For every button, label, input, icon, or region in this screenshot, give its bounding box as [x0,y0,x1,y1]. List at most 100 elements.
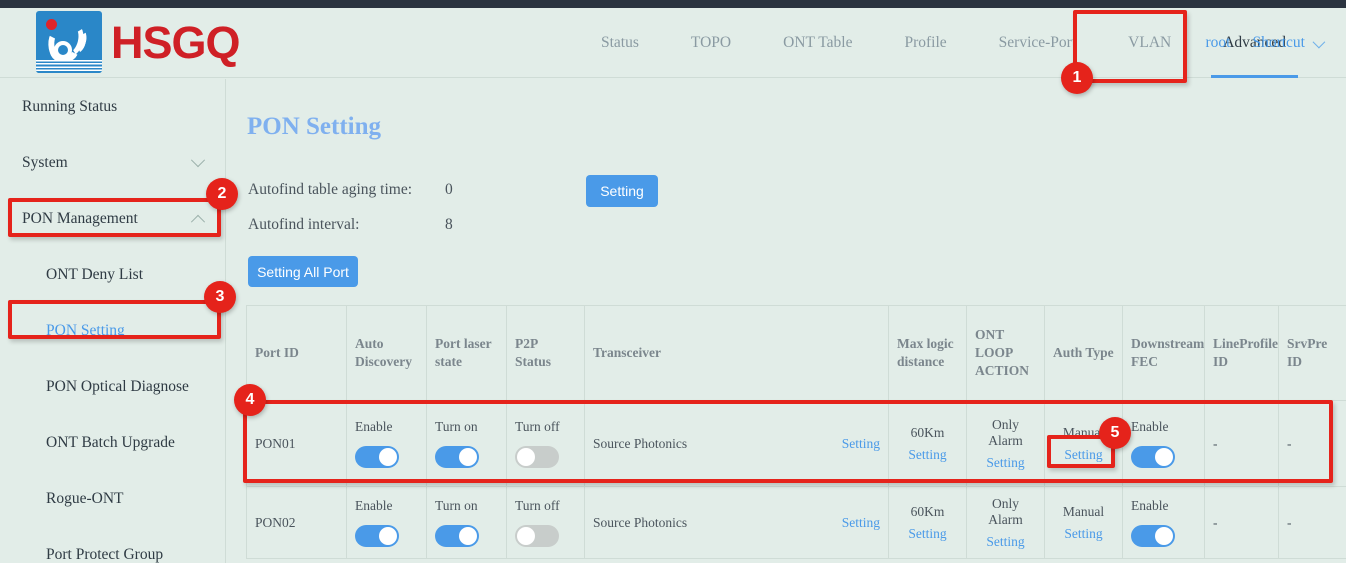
transceiver-setting-link[interactable]: Setting [842,515,880,531]
auto-discovery-label: Enable [355,498,418,514]
sidebar-item-ont-batch-upgrade[interactable]: ONT Batch Upgrade [0,415,225,471]
sidebar-item-label: ONT Batch Upgrade [46,434,175,452]
sidebar-item-label: Rogue-ONT [46,490,124,508]
brand-logo[interactable]: HSGQ [36,11,240,73]
ont-loop-action-value: Only Alarm [975,417,1036,449]
p2p-status-toggle[interactable] [515,446,559,468]
chevron-down-icon [191,153,205,167]
sidebar-item-port-protect-group[interactable]: Port Protect Group [0,527,225,563]
sidebar-item-system[interactable]: System [0,135,225,191]
autofind-interval-value: 8 [445,216,453,234]
sidebar-item-label: Port Protect Group [46,546,163,563]
nav-item-profile[interactable]: Profile [878,8,972,78]
hsgq-logo-icon [36,11,102,73]
sidebar-item-label: PON Management [22,210,138,228]
max-logic-distance-setting-link[interactable]: Setting [908,526,946,542]
cell-transceiver: Source Photonics Setting [585,401,889,487]
sidebar-item-rogue-ont[interactable]: Rogue-ONT [0,471,225,527]
page-root: HSGQ Status TOPO ONT Table Profile Servi… [0,0,1346,563]
p2p-status-label: Turn off [515,419,576,435]
cell-ont-loop-action: Only Alarm Setting [967,401,1045,487]
table-row-pon01: PON01 Enable Turn on [247,401,1346,487]
max-logic-distance-value: 60Km [911,425,945,441]
nav-item-ont-table[interactable]: ONT Table [757,8,878,78]
transceiver-setting-link[interactable]: Setting [842,436,880,452]
sidebar-item-label: System [22,154,68,172]
shortcut-menu[interactable]: Shortcut [1252,34,1322,52]
app-header: HSGQ Status TOPO ONT Table Profile Servi… [0,8,1346,78]
sidebar-item-running-status[interactable]: Running Status [0,79,225,135]
p2p-status-toggle[interactable] [515,525,559,547]
autofind-aging-time-value: 0 [445,181,453,199]
auth-type-setting-link-pon01[interactable]: Setting [1064,447,1102,463]
sidebar: Running Status System PON Management ONT… [0,79,226,563]
sidebar-item-label: PON Optical Diagnose [46,378,189,396]
nav-item-topo[interactable]: TOPO [665,8,757,78]
ont-loop-action-setting-link[interactable]: Setting [986,455,1024,471]
cell-ont-loop-action: Only Alarm Setting [967,487,1045,559]
shortcut-label: Shortcut [1252,34,1305,52]
cell-transceiver: Source Photonics Setting [585,487,889,559]
cell-port-laser-state: Turn on [427,401,507,487]
col-header-line-profile-id[interactable]: LineProfile ID [1205,306,1279,401]
cell-p2p-status: Turn off [507,401,585,487]
sidebar-item-ont-deny-list[interactable]: ONT Deny List [0,247,225,303]
transceiver-value: Source Photonics [593,436,687,452]
chevron-up-icon [191,215,205,229]
cell-max-logic-distance: 60Km Setting [889,487,967,559]
ont-loop-action-setting-link[interactable]: Setting [986,534,1024,550]
col-header-port-id[interactable]: Port ID [247,306,347,401]
cell-max-logic-distance: 60Km Setting [889,401,967,487]
col-header-transceiver[interactable]: Transceiver [585,306,889,401]
top-accent-bar [0,0,1346,8]
col-header-downstream-fec[interactable]: Downstream FEC [1123,306,1205,401]
nav-item-vlan[interactable]: VLAN [1102,8,1197,78]
table-header-row: Port ID Auto Discovery Port laser state … [247,306,1346,401]
page-title: PON Setting [247,113,381,141]
col-header-srv-pre-id[interactable]: SrvPre ID [1279,306,1346,401]
sidebar-item-pon-optical-diagnose[interactable]: PON Optical Diagnose [0,359,225,415]
downstream-fec-toggle[interactable] [1131,446,1175,468]
logo-stripes-icon [36,60,102,73]
user-name-label[interactable]: root [1206,34,1231,52]
col-header-ont-loop-action[interactable]: ONT LOOP ACTION [967,306,1045,401]
downstream-fec-toggle[interactable] [1131,525,1175,547]
col-header-auth-type[interactable]: Auth Type [1045,306,1123,401]
nav-item-service-port[interactable]: Service-Port [973,8,1102,78]
table-row-pon02: PON02 Enable Turn on [247,487,1346,559]
auto-discovery-toggle[interactable] [355,525,399,547]
col-header-port-laser-state[interactable]: Port laser state [427,306,507,401]
col-header-p2p-status[interactable]: P2P Status [507,306,585,401]
sidebar-item-label: PON Setting [46,322,125,340]
port-laser-state-toggle[interactable] [435,446,479,468]
nav-item-status[interactable]: Status [575,8,665,78]
col-header-auto-discovery[interactable]: Auto Discovery [347,306,427,401]
max-logic-distance-setting-link[interactable]: Setting [908,447,946,463]
cell-srv-pre-id: - [1279,401,1346,487]
setting-all-port-button[interactable]: Setting All Port [248,256,358,287]
auth-type-value: Manual [1063,425,1104,441]
cell-auth-type: Manual Setting [1045,487,1123,559]
cell-downstream-fec: Enable [1123,401,1205,487]
auth-type-setting-link-pon02[interactable]: Setting [1064,526,1102,542]
cell-auto-discovery: Enable [347,401,427,487]
auto-discovery-toggle[interactable] [355,446,399,468]
p2p-status-label: Turn off [515,498,576,514]
max-logic-distance-value: 60Km [911,504,945,520]
main-content: PON Setting Autofind table aging time: 0… [227,79,1346,563]
cell-auto-discovery: Enable [347,487,427,559]
auth-type-value: Manual [1063,504,1104,520]
setting-button[interactable]: Setting [586,175,658,207]
chevron-down-icon [1313,35,1326,48]
cell-auth-type: Manual Setting [1045,401,1123,487]
brand-name: HSGQ [111,20,240,65]
downstream-fec-label: Enable [1131,498,1196,514]
cell-srv-pre-id: - [1279,487,1346,559]
transceiver-value: Source Photonics [593,515,687,531]
col-header-max-logic-distance[interactable]: Max logic distance [889,306,967,401]
port-laser-state-toggle[interactable] [435,525,479,547]
sidebar-item-pon-setting[interactable]: PON Setting [0,303,225,359]
logo-drop-center-icon [58,45,68,55]
sidebar-item-pon-management[interactable]: PON Management [0,191,225,247]
autofind-interval-label: Autofind interval: [248,216,360,234]
